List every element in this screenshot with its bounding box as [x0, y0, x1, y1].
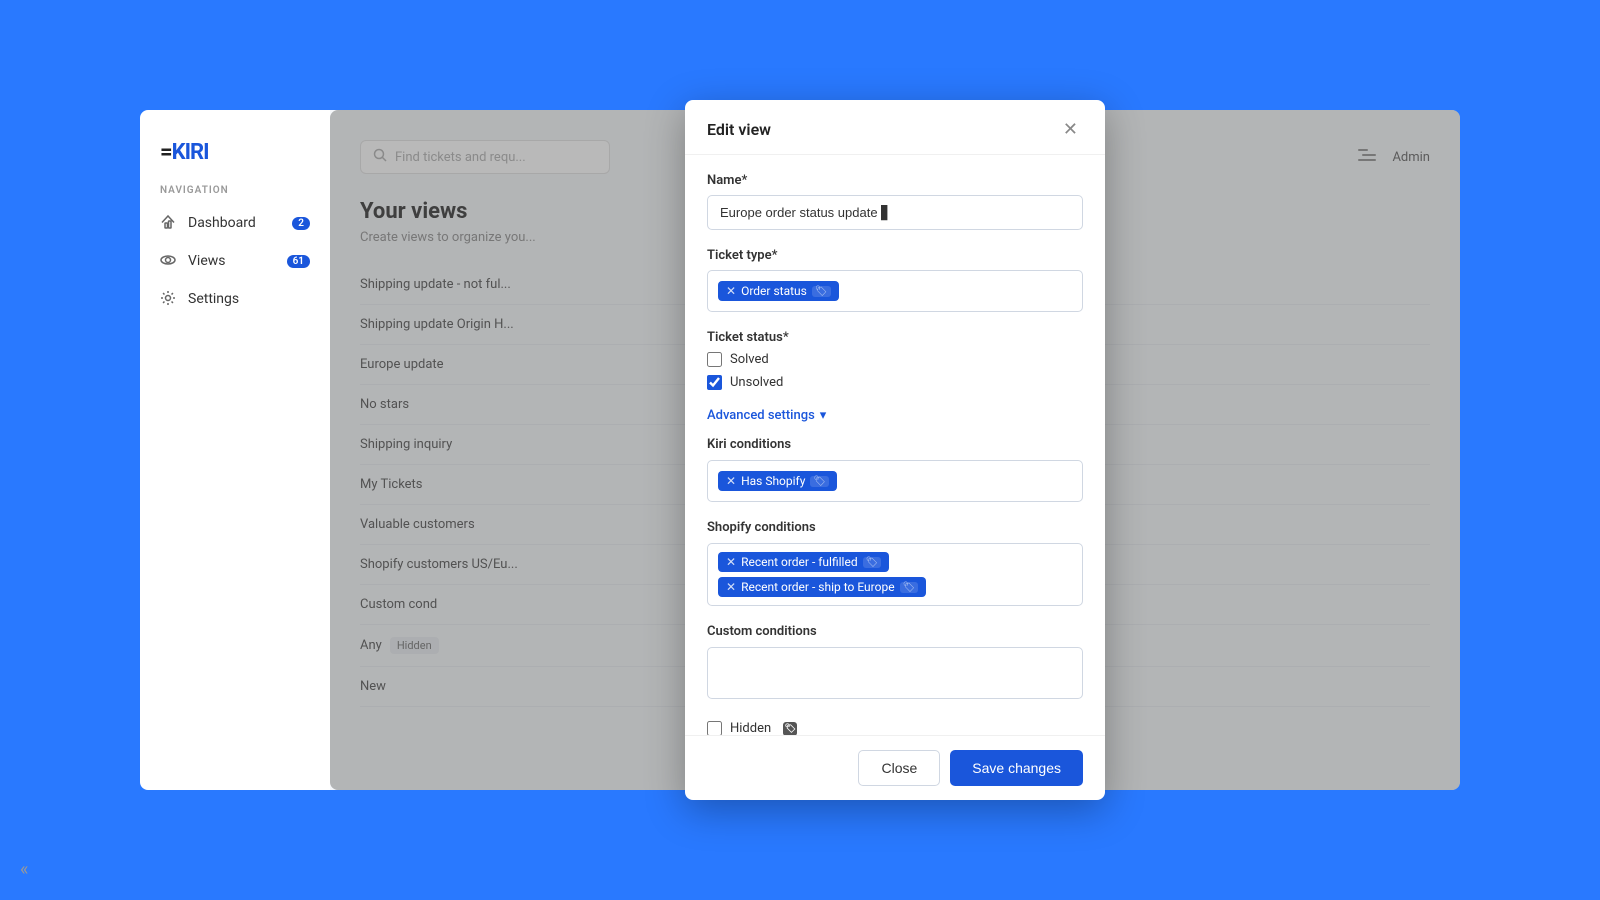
collapse-button[interactable]: «: [20, 859, 28, 880]
ticket-type-input[interactable]: ✕ Order status 🏷: [707, 270, 1083, 312]
tag-remove-icon[interactable]: ✕: [726, 474, 736, 488]
sidebar-item-dashboard[interactable]: Dashboard 2: [140, 204, 330, 242]
sidebar-item-settings-label: Settings: [188, 291, 239, 307]
solved-label: Solved: [730, 352, 769, 367]
dashboard-icon: [160, 214, 178, 232]
name-field-group: Name*: [707, 173, 1083, 230]
solved-checkbox-item[interactable]: Solved: [707, 352, 1083, 367]
tag-label: Has Shopify: [741, 474, 805, 488]
kiri-conditions-group: Kiri conditions ✕ Has Shopify 🏷: [707, 437, 1083, 502]
views-icon: [160, 252, 178, 270]
tag-info-icon: 🏷: [863, 557, 882, 568]
kiri-conditions-label: Kiri conditions: [707, 437, 1083, 452]
shopify-conditions-label: Shopify conditions: [707, 520, 1083, 535]
tag-remove-icon[interactable]: ✕: [726, 284, 736, 298]
hidden-checkbox-item[interactable]: Hidden 🏷: [707, 721, 1083, 735]
sidebar-item-settings[interactable]: Settings: [140, 280, 330, 318]
hidden-group: Hidden 🏷: [707, 721, 1083, 735]
unsolved-checkbox-item[interactable]: Unsolved: [707, 375, 1083, 390]
solved-checkbox[interactable]: [707, 352, 722, 367]
sidebar-item-dashboard-label: Dashboard: [188, 215, 256, 231]
close-button[interactable]: Close: [858, 750, 940, 786]
ticket-status-checkboxes: Solved Unsolved: [707, 352, 1083, 390]
tag-order-status[interactable]: ✕ Order status 🏷: [718, 281, 839, 301]
advanced-settings-link[interactable]: Advanced settings ▾: [707, 408, 1083, 423]
views-badge: 61: [287, 255, 310, 268]
custom-conditions-group: Custom conditions: [707, 624, 1083, 703]
sidebar-item-views[interactable]: Views 61: [140, 242, 330, 280]
custom-conditions-label: Custom conditions: [707, 624, 1083, 639]
app-logo: =KIRI: [140, 130, 330, 185]
sidebar: =KIRI NAVIGATION Dashboard 2: [140, 110, 330, 790]
unsolved-label: Unsolved: [730, 375, 783, 390]
nav-label: NAVIGATION: [140, 185, 330, 204]
ticket-type-group: Ticket type* ✕ Order status 🏷: [707, 248, 1083, 312]
shopify-conditions-group: Shopify conditions ✕ Recent order - fulf…: [707, 520, 1083, 606]
hidden-label: Hidden: [730, 721, 771, 735]
tag-label: Order status: [741, 284, 807, 298]
tag-label: Recent order - fulfilled: [741, 555, 858, 569]
custom-conditions-input[interactable]: [707, 647, 1083, 699]
ticket-type-label: Ticket type*: [707, 248, 1083, 263]
tag-info-icon: 🏷: [812, 286, 831, 297]
advanced-settings-label: Advanced settings: [707, 408, 815, 423]
chevron-down-icon: ▾: [820, 408, 827, 423]
modal-overlay: Edit view ✕ Name* Ticket type*: [330, 110, 1460, 790]
modal-footer: Close Save changes: [685, 735, 1105, 800]
tag-recent-order-fulfilled[interactable]: ✕ Recent order - fulfilled 🏷: [718, 552, 889, 572]
hidden-checkbox[interactable]: [707, 721, 722, 735]
ticket-status-label: Ticket status*: [707, 330, 1083, 345]
main-content: Find tickets and requ... Admin Your view…: [330, 110, 1460, 790]
kiri-conditions-input[interactable]: ✕ Has Shopify 🏷: [707, 460, 1083, 502]
close-icon[interactable]: ✕: [1058, 118, 1083, 140]
tag-info-icon: 🏷: [900, 582, 919, 593]
tag-recent-order-europe[interactable]: ✕ Recent order - ship to Europe 🏷: [718, 577, 926, 597]
name-label: Name*: [707, 173, 1083, 188]
tag-has-shopify[interactable]: ✕ Has Shopify 🏷: [718, 471, 837, 491]
modal-header: Edit view ✕: [685, 100, 1105, 155]
shopify-conditions-input[interactable]: ✕ Recent order - fulfilled 🏷 ✕ Recent or…: [707, 543, 1083, 606]
ticket-status-group: Ticket status* Solved Unsolved: [707, 330, 1083, 390]
dashboard-badge: 2: [292, 217, 310, 230]
edit-view-modal: Edit view ✕ Name* Ticket type*: [685, 100, 1105, 800]
unsolved-checkbox[interactable]: [707, 375, 722, 390]
app-container: =KIRI NAVIGATION Dashboard 2: [0, 0, 1600, 900]
save-button[interactable]: Save changes: [950, 750, 1083, 786]
modal-body: Name* Ticket type* ✕ Order status 🏷: [685, 155, 1105, 735]
bg-content: =KIRI NAVIGATION Dashboard 2: [0, 0, 1600, 900]
tag-remove-icon[interactable]: ✕: [726, 555, 736, 569]
hidden-info-icon: 🏷: [783, 722, 797, 736]
settings-icon: [160, 290, 178, 308]
tag-remove-icon[interactable]: ✕: [726, 580, 736, 594]
modal-title: Edit view: [707, 120, 771, 139]
sidebar-item-views-label: Views: [188, 253, 226, 269]
tag-info-icon: 🏷: [810, 476, 829, 487]
tag-label: Recent order - ship to Europe: [741, 580, 895, 594]
name-input[interactable]: [707, 195, 1083, 230]
